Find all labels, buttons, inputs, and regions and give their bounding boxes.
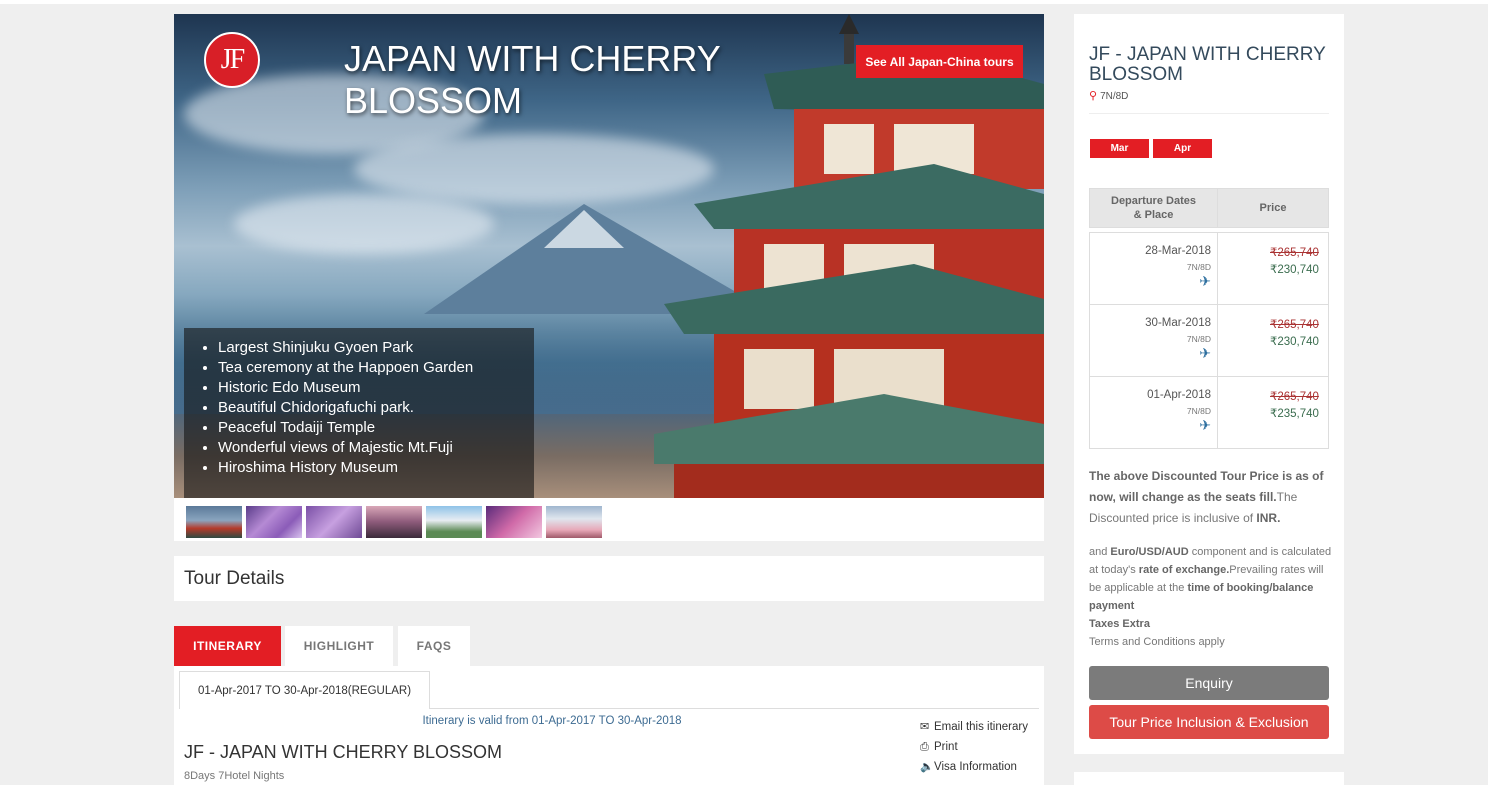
- thumbnail-wisteria-2[interactable]: [306, 506, 362, 538]
- discounted-price: ₹235,740: [1270, 408, 1319, 420]
- booking-sidebar: JF - JAPAN WITH CHERRY BLOSSOM ⚲ 7N/8D Ma…: [1074, 14, 1344, 754]
- itinerary-validity: Itinerary is valid from 01-Apr-2017 TO 3…: [422, 715, 682, 727]
- airplane-icon: ✈: [1199, 345, 1211, 361]
- month-filter-apr[interactable]: Apr: [1153, 139, 1212, 158]
- visa-information-link[interactable]: 🔈Visa Information: [920, 757, 1028, 777]
- departure-date: 30-Mar-2018: [1145, 317, 1211, 329]
- highlight-item: Hiroshima History Museum: [218, 458, 534, 478]
- highlight-item: Largest Shinjuku Gyoen Park: [218, 338, 534, 358]
- departure-nights: 7N/8D: [1186, 406, 1211, 416]
- header-price: Price: [1217, 188, 1329, 228]
- departure-row[interactable]: 01-Apr-2018 7N/8D ✈ ₹265,740 ₹235,740: [1089, 376, 1329, 449]
- itinerary-title: JF - JAPAN WITH CHERRY BLOSSOM: [184, 742, 503, 762]
- thumbnail-purple-temple[interactable]: [486, 506, 542, 538]
- thumbnail-wisteria-1[interactable]: [246, 506, 302, 538]
- envelope-icon: ✉: [920, 721, 930, 733]
- divider: [1089, 113, 1329, 114]
- tab-highlight[interactable]: HIGHLIGHT: [285, 626, 393, 666]
- table-header-row: Departure Dates & Place Price: [1089, 188, 1329, 228]
- price-note: The above Discounted Tour Price is as of…: [1089, 469, 1324, 525]
- departure-date: 28-Mar-2018: [1145, 245, 1211, 257]
- highlight-item: Peaceful Todaiji Temple: [218, 418, 534, 438]
- itinerary-duration: 8Days 7Hotel Nights: [184, 770, 285, 782]
- email-itinerary-link[interactable]: ✉ Email this itinerary: [920, 717, 1028, 737]
- departure-nights: 7N/8D: [1186, 334, 1211, 344]
- tab-itinerary[interactable]: ITINERARY: [174, 626, 281, 666]
- tour-details-heading: Tour Details: [184, 568, 285, 589]
- highlight-item: Beautiful Chidorigafuchi park.: [218, 398, 534, 418]
- original-price: ₹265,740: [1270, 247, 1319, 259]
- itinerary-panel: 01-Apr-2017 TO 30-Apr-2018(REGULAR) Itin…: [174, 666, 1044, 785]
- print-link[interactable]: ⎙ Print: [920, 737, 1028, 757]
- itinerary-period-tab[interactable]: 01-Apr-2017 TO 30-Apr-2018(REGULAR): [179, 671, 430, 709]
- highlight-item: Tea ceremony at the Happoen Garden: [218, 358, 534, 378]
- printer-icon: ⎙: [920, 741, 929, 753]
- departure-nights: 7N/8D: [1186, 262, 1211, 272]
- tab-faqs[interactable]: FAQS: [398, 626, 470, 666]
- price-inclusion-exclusion-button[interactable]: Tour Price Inclusion & Exclusion: [1089, 705, 1329, 739]
- sidebar-secondary-box: [1074, 772, 1344, 785]
- see-all-tours-button[interactable]: See All Japan-China tours: [856, 45, 1023, 78]
- thumbnail-pagoda[interactable]: [186, 506, 242, 538]
- thumbnail-castle[interactable]: [426, 506, 482, 538]
- speaker-icon: 🔈: [920, 761, 934, 773]
- highlight-item: Wonderful views of Majestic Mt.Fuji: [218, 438, 534, 458]
- thumbnail-strip: [174, 498, 1044, 541]
- jf-logo: JF: [204, 32, 260, 88]
- original-price: ₹265,740: [1270, 391, 1319, 403]
- sidebar-duration: ⚲ 7N/8D: [1089, 90, 1129, 102]
- enquiry-button[interactable]: Enquiry: [1089, 666, 1329, 700]
- highlights-list: Largest Shinjuku Gyoen Park Tea ceremony…: [184, 328, 534, 498]
- top-strip: [0, 0, 1488, 4]
- month-filter-mar[interactable]: Mar: [1090, 139, 1149, 158]
- departure-table: Departure Dates & Place Price 28-Mar-201…: [1089, 188, 1329, 449]
- exchange-note: and Euro/USD/AUD component and is calcul…: [1089, 546, 1332, 648]
- subtab-divider: [430, 708, 1039, 709]
- discounted-price: ₹230,740: [1270, 336, 1319, 348]
- airplane-icon: ✈: [1199, 273, 1211, 289]
- highlight-item: Historic Edo Museum: [218, 378, 534, 398]
- thumbnail-cherry-lane[interactable]: [366, 506, 422, 538]
- hero-title: JAPAN WITH CHERRY BLOSSOM: [344, 38, 721, 121]
- departure-row[interactable]: 30-Mar-2018 7N/8D ✈ ₹265,740 ₹230,740: [1089, 304, 1329, 377]
- departure-row[interactable]: 28-Mar-2018 7N/8D ✈ ₹265,740 ₹230,740: [1089, 232, 1329, 305]
- tour-details-section: Tour Details: [174, 556, 1044, 601]
- header-departure-dates: Departure Dates & Place: [1089, 188, 1218, 228]
- discounted-price: ₹230,740: [1270, 264, 1319, 276]
- itinerary-actions: ✉ Email this itinerary ⎙ Print 🔈Visa Infor…: [920, 717, 1028, 777]
- hero-banner: JF JAPAN WITH CHERRY BLOSSOM See All Jap…: [174, 14, 1044, 498]
- thumbnail-fuji[interactable]: [546, 506, 602, 538]
- original-price: ₹265,740: [1270, 319, 1319, 331]
- sidebar-tour-title: JF - JAPAN WITH CHERRY BLOSSOM: [1089, 44, 1326, 85]
- airplane-icon: ✈: [1199, 417, 1211, 433]
- location-pin-icon: ⚲: [1089, 90, 1098, 102]
- departure-date: 01-Apr-2018: [1147, 389, 1211, 401]
